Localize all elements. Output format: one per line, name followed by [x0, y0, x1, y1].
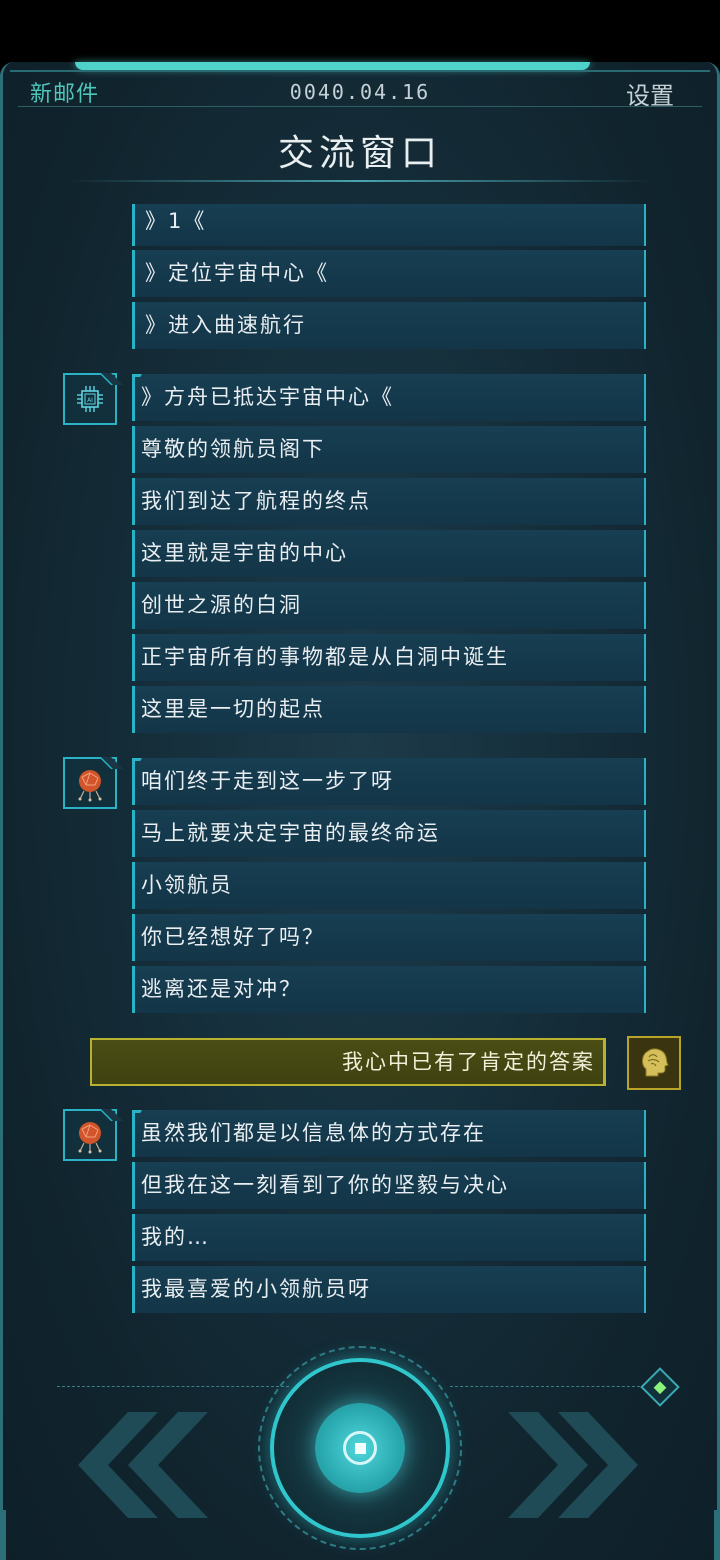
option-item[interactable]: 》定位宇宙中心《: [132, 250, 646, 297]
ai-message: 》方舟已抵达宇宙中心《: [132, 374, 646, 421]
option-item[interactable]: 》进入曲速航行: [132, 302, 646, 349]
option-item[interactable]: 》1《: [132, 204, 646, 246]
game-date: 0040.04.16: [289, 80, 431, 104]
svg-text:AI: AI: [87, 397, 93, 404]
player-message: 我心中已有了肯定的答案: [90, 1038, 606, 1086]
character-message: 逃离还是对冲？: [132, 966, 646, 1013]
title-divider: [70, 180, 650, 182]
character-message: 小领航员: [132, 862, 646, 909]
frame-notch-right: [714, 1510, 720, 1560]
page-title: 交流窗口: [277, 133, 442, 174]
player-avatar: [627, 1036, 681, 1090]
character-message: 但我在这一刻看到了你的坚毅与决心: [132, 1162, 646, 1209]
double-chevron-left-icon: [78, 1412, 208, 1518]
double-chevron-right-icon: [508, 1412, 638, 1518]
character-message: 我最喜爱的小领航员呀: [132, 1266, 646, 1313]
header-divider: [18, 106, 702, 107]
brain-network-icon: [78, 1122, 102, 1154]
character-avatar: [63, 757, 123, 809]
character-message: 马上就要决定宇宙的最终命运: [132, 810, 646, 857]
character-message: 你已经想好了吗？: [132, 914, 646, 961]
character-avatar: [63, 1109, 123, 1161]
ai-message: 我们到达了航程的终点: [132, 478, 646, 525]
ai-message: 这里就是宇宙的中心: [132, 530, 646, 577]
ai-avatar: AI: [63, 373, 123, 425]
frame-top-accent: [75, 62, 590, 70]
ai-chip-icon: AI: [77, 386, 103, 412]
brain-network-icon: [78, 770, 102, 802]
ai-message: 创世之源的白洞: [132, 582, 646, 629]
status-bar: [0, 0, 720, 62]
frame-top-line: [10, 70, 710, 72]
frame-notch-left: [0, 1510, 6, 1560]
record-button-icon: [315, 1403, 405, 1493]
prev-button[interactable]: [66, 1410, 216, 1520]
center-action-button[interactable]: [258, 1346, 462, 1550]
ai-message: 正宇宙所有的事物都是从白洞中诞生: [132, 634, 646, 681]
character-message: 咱们终于走到这一步了呀: [132, 758, 646, 805]
next-button[interactable]: [500, 1410, 650, 1520]
bottom-divider-right: [450, 1386, 645, 1387]
character-message: 我的…: [132, 1214, 646, 1261]
player-head-icon: [642, 1048, 669, 1077]
new-mail-button[interactable]: 新邮件: [30, 76, 99, 108]
ai-message: 尊敬的领航员阁下: [132, 426, 646, 473]
character-message: 虽然我们都是以信息体的方式存在: [132, 1110, 646, 1157]
ai-message: 这里是一切的起点: [132, 686, 646, 733]
bottom-divider-left: [57, 1386, 289, 1387]
